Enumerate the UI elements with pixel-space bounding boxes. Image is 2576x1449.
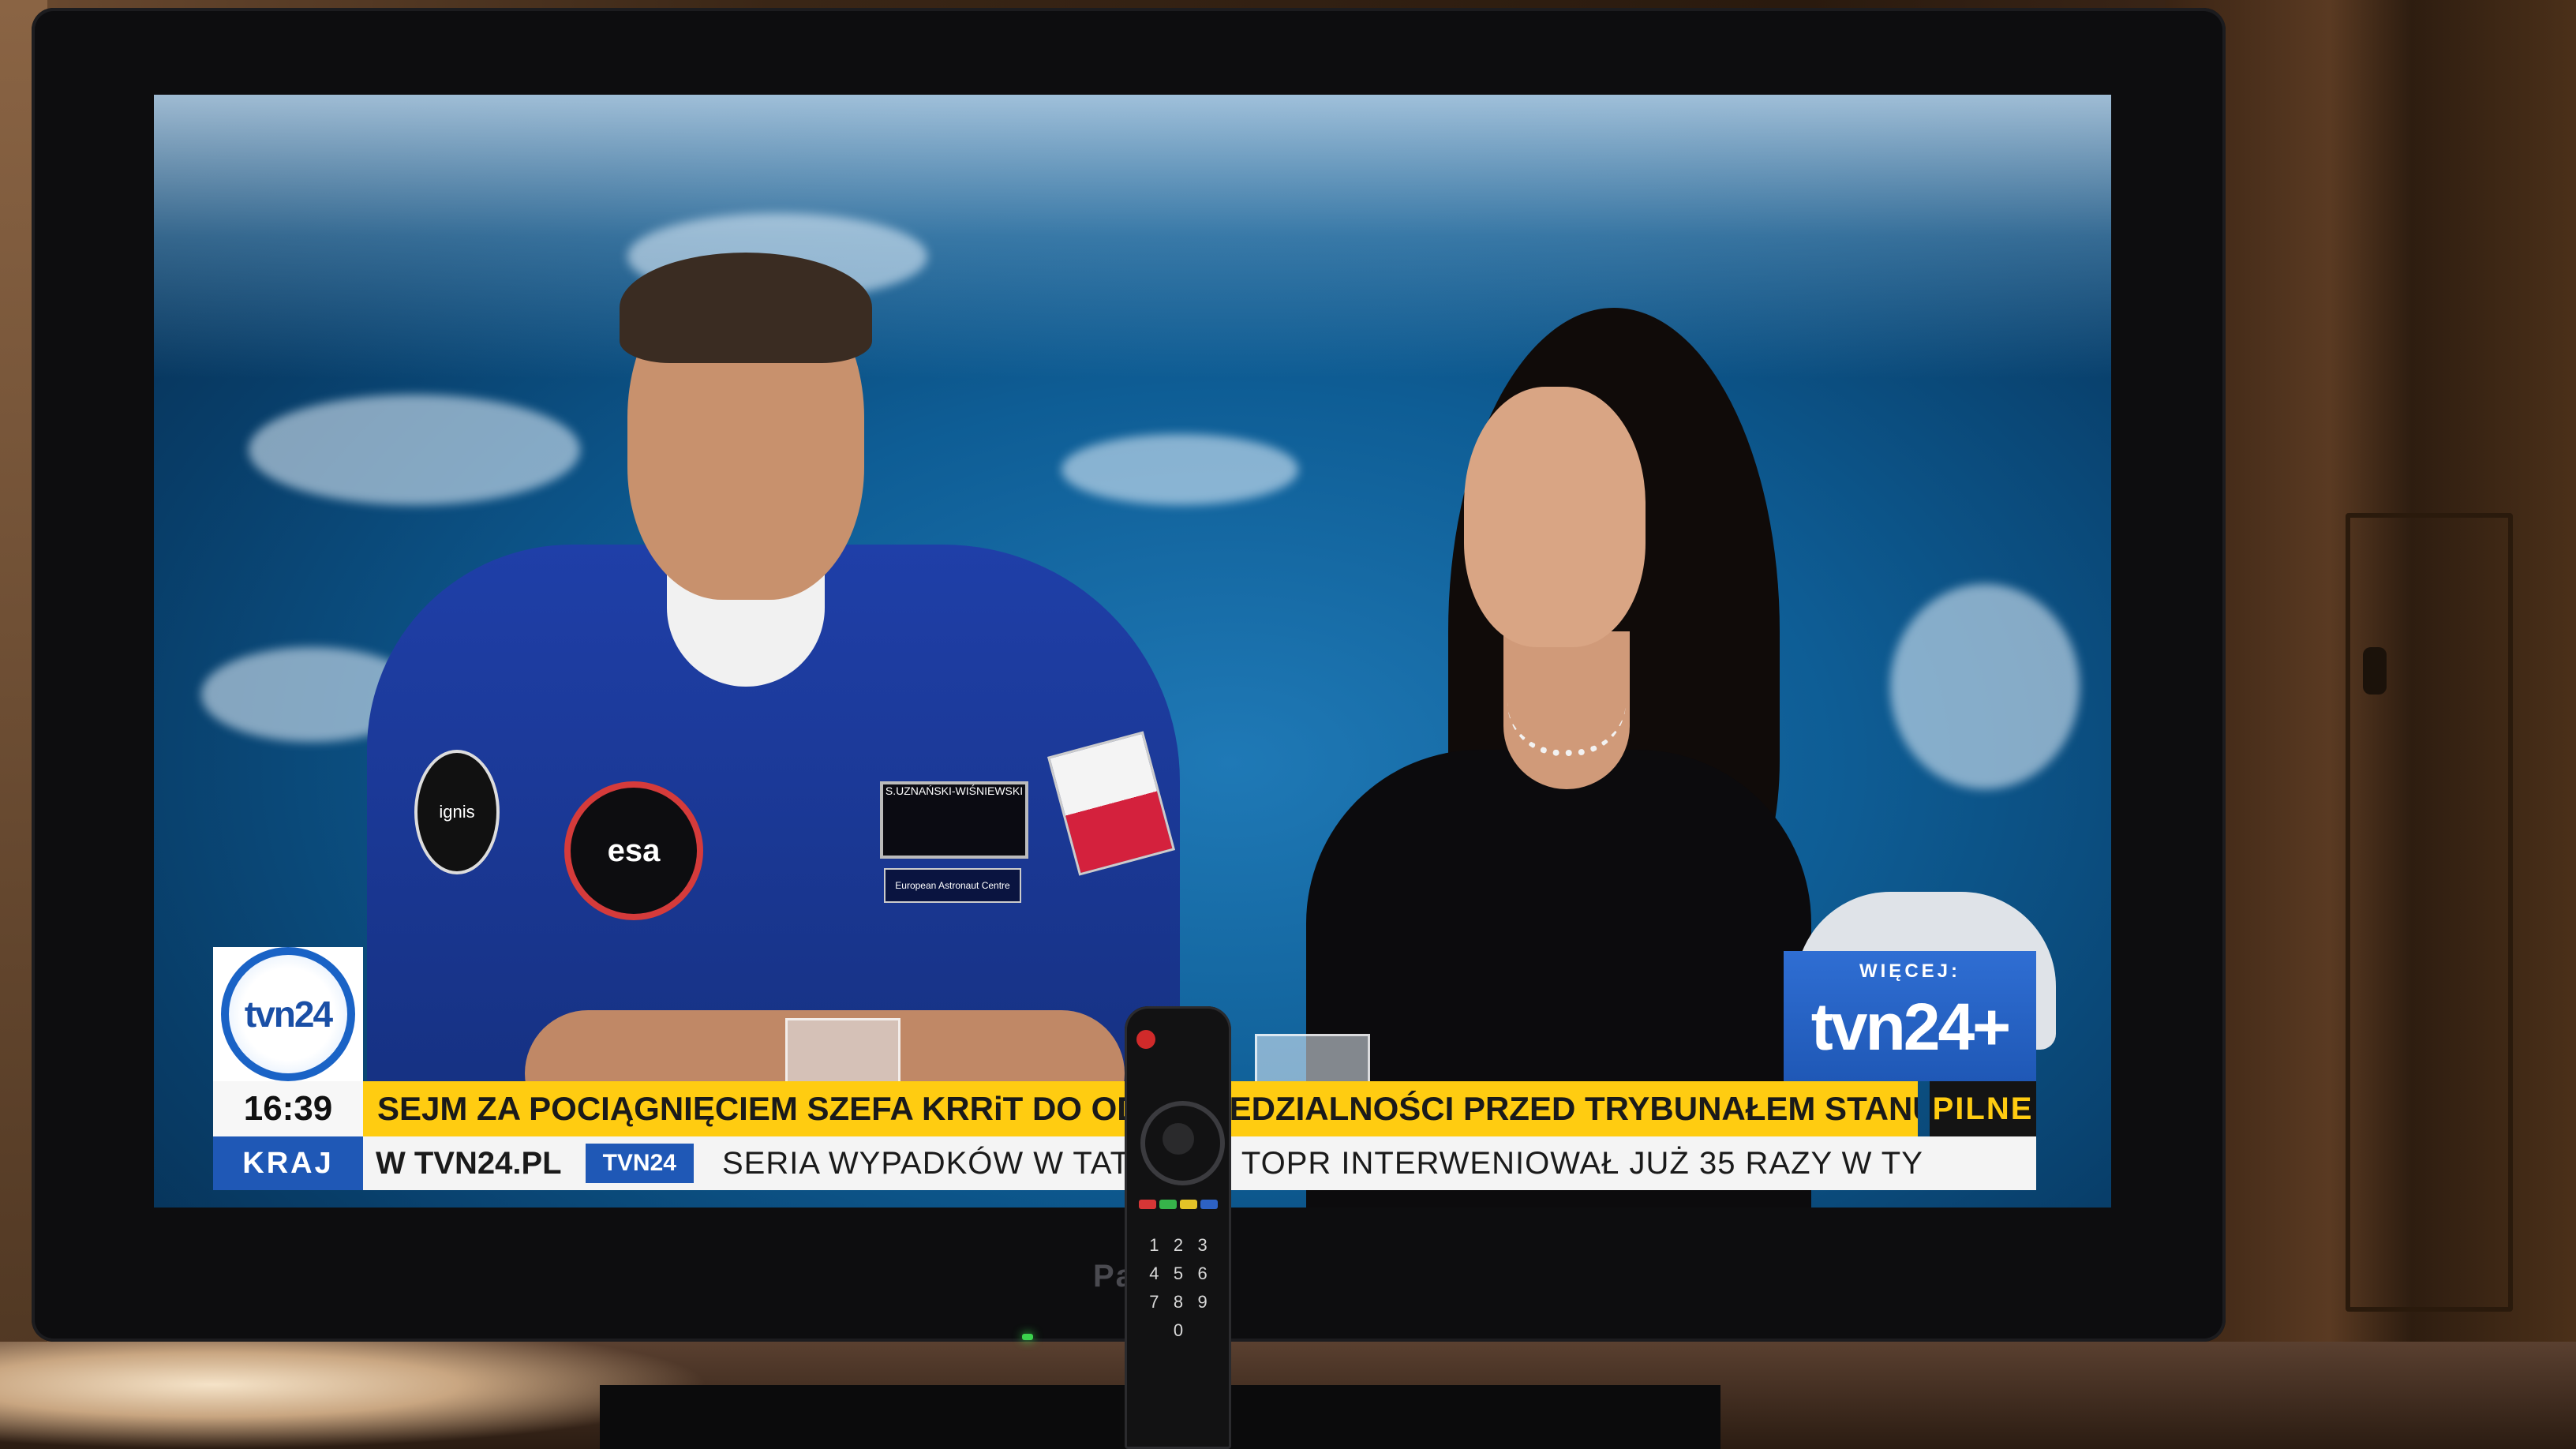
tvn24-logo: tvn24 [213, 947, 363, 1081]
clock: 16:39 [213, 1081, 363, 1136]
remote-key: 7 [1149, 1292, 1159, 1312]
tvn24-logo-circle: tvn24 [221, 947, 355, 1081]
remote-key: 1 [1149, 1235, 1159, 1255]
remote-red-button [1139, 1200, 1156, 1209]
remote-key [1190, 1320, 1215, 1341]
esa-patch: esa [564, 781, 703, 920]
section-label: KRAJ [213, 1136, 363, 1190]
remote-yellow-button [1180, 1200, 1197, 1209]
remote-key: 4 [1149, 1264, 1159, 1283]
remote-key: 6 [1197, 1264, 1208, 1283]
tvn24-plus-promo: WIĘCEJ: tvn24+ [1784, 951, 2036, 1081]
tvn24-logo-text: tvn24 [244, 994, 333, 1035]
ticker-text: SERIA WYPADKÓW W TATRACH. TOPR INTERWENI… [721, 1145, 1923, 1181]
remote-blue-button [1200, 1200, 1218, 1209]
remote-key: 8 [1173, 1292, 1184, 1312]
astronaut-hair [620, 253, 872, 363]
remote-key: 3 [1197, 1235, 1208, 1255]
urgent-badge: PILNE [1930, 1081, 2036, 1136]
eac-label-patch: European Astronaut Centre [884, 868, 1021, 903]
remote-key: 5 [1173, 1264, 1184, 1283]
remote-keypad: 1 2 3 4 5 6 7 8 9 0 [1142, 1235, 1215, 1341]
door-panel [2346, 513, 2513, 1312]
remote-key: 9 [1197, 1292, 1208, 1312]
remote-power-button [1136, 1030, 1155, 1049]
name-tag-patch: S.UZNAŃSKI-WIŚNIEWSKI [880, 781, 1028, 859]
remote-key [1142, 1320, 1166, 1341]
ignis-mission-patch: ignis [414, 750, 500, 874]
remote-key: 0 [1173, 1320, 1184, 1340]
ticker-site-text: W TVN24.PL [376, 1145, 562, 1181]
tv-power-led [1022, 1334, 1033, 1340]
ticker-badge: TVN24 [585, 1144, 694, 1183]
remote-ok-button [1163, 1123, 1194, 1155]
remote-key: 2 [1173, 1235, 1184, 1255]
more-label: WIĘCEJ: [1859, 960, 1960, 982]
tvn24-plus-logo: tvn24+ [1810, 990, 2012, 1064]
door-handle [2363, 647, 2387, 695]
tv-remote: 1 2 3 4 5 6 7 8 9 0 [1125, 1006, 1231, 1449]
presenter-face [1464, 387, 1646, 647]
remote-green-button [1159, 1200, 1177, 1209]
